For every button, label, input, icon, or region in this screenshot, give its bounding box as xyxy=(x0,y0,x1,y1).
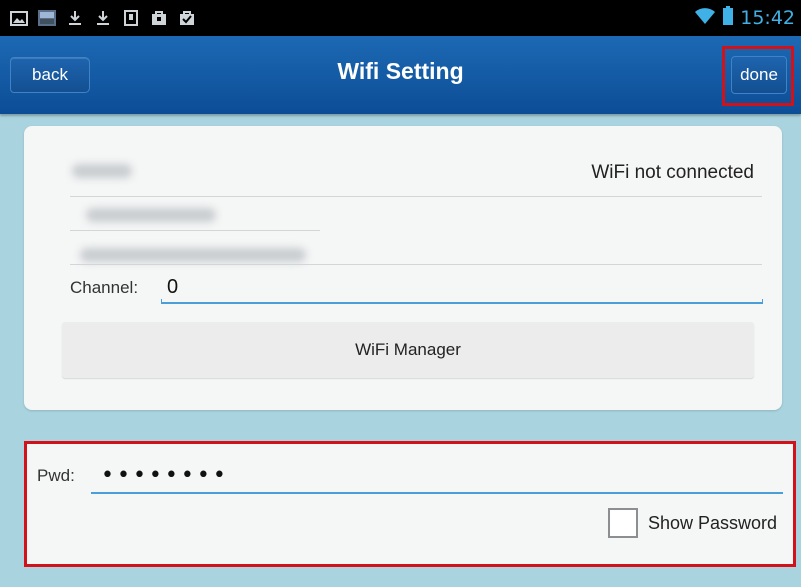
show-password-checkbox[interactable] xyxy=(607,508,638,538)
divider xyxy=(70,196,762,197)
wifi-signal-blurred xyxy=(86,208,216,222)
divider xyxy=(70,230,320,231)
password-label: Pwd: xyxy=(37,466,75,485)
bag-check-icon xyxy=(178,10,196,26)
password-section-highlight: Pwd: Show Password xyxy=(24,441,796,567)
page-title: Wifi Setting xyxy=(337,58,464,84)
done-button[interactable]: done xyxy=(731,56,787,94)
wifi-signal-icon xyxy=(694,7,716,30)
channel-input[interactable] xyxy=(161,272,763,304)
battery-icon xyxy=(722,5,734,31)
back-button[interactable]: back xyxy=(10,57,90,93)
channel-label: Channel: xyxy=(70,278,139,297)
photo-icon xyxy=(38,10,56,26)
channel-field-edge xyxy=(762,299,763,304)
wifi-setting-screen: 15:42 Wifi Setting back done WiFi not co… xyxy=(0,0,801,587)
show-password-toggle[interactable]: Show Password xyxy=(607,508,777,538)
clock: 15:42 xyxy=(740,7,795,29)
sd-card-icon xyxy=(122,10,140,26)
channel-field-edge xyxy=(161,299,162,304)
wifi-info-card: WiFi not connected Channel: WiFi Manager xyxy=(24,126,782,410)
download-icon xyxy=(94,10,112,26)
download-icon xyxy=(66,10,84,26)
show-password-label: Show Password xyxy=(647,512,777,533)
divider xyxy=(70,264,762,265)
wifi-manager-button[interactable]: WiFi Manager xyxy=(62,322,754,378)
bag-icon xyxy=(150,10,168,26)
wifi-status-text: WiFi not connected xyxy=(591,162,754,183)
status-bar: 15:42 xyxy=(0,0,801,36)
wifi-ssid-blurred xyxy=(72,164,132,178)
wifi-security-blurred xyxy=(80,248,306,262)
status-indicators: 15:42 xyxy=(694,0,795,36)
image-icon xyxy=(10,10,28,26)
password-input[interactable] xyxy=(91,458,783,494)
notification-icons xyxy=(0,10,196,26)
nav-bar: Wifi Setting back done xyxy=(0,36,801,114)
